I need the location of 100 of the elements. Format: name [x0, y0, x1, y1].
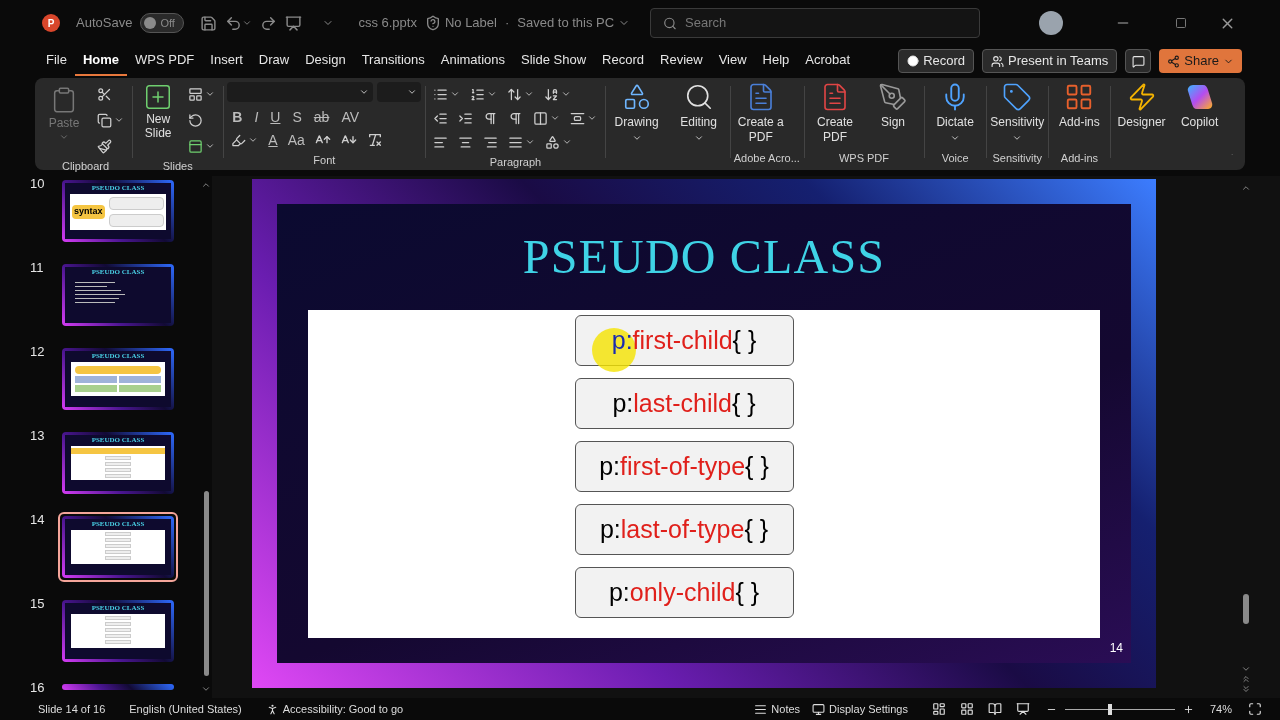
search-input[interactable]: Search [685, 13, 968, 33]
ribbon-button[interactable]: Editing [671, 82, 726, 143]
record-icon [907, 55, 920, 67]
ribbon-tab[interactable]: Animations [432, 46, 514, 76]
format-button[interactable]: AV [336, 106, 364, 128]
align-text-icon [570, 110, 586, 126]
ribbon-tab[interactable]: Transitions [353, 46, 433, 76]
format-button[interactable]: ab [308, 106, 335, 128]
ribbon-button[interactable]: Copilot [1172, 82, 1227, 130]
fit-to-window-icon[interactable] [1248, 702, 1262, 716]
clear-formatting-icon [366, 132, 383, 148]
normal-view-icon[interactable] [931, 702, 946, 716]
ribbon-tab[interactable]: Record [594, 46, 653, 76]
ribbon-button[interactable]: Sign [866, 82, 920, 145]
slide-number: 16 [30, 680, 46, 695]
copy-icon [97, 112, 112, 128]
zoom-slider[interactable] [1064, 703, 1175, 715]
format-button[interactable]: U [265, 106, 286, 128]
slide-title: PSEUDO CLASS [522, 229, 886, 285]
brush-icon [97, 138, 112, 154]
ribbon-button[interactable]: Create a PDF [733, 82, 788, 145]
redo-icon[interactable] [260, 14, 278, 32]
align-left-icon [433, 134, 449, 150]
format-button[interactable]: I [249, 106, 264, 128]
ribbon-tab[interactable]: Design [297, 46, 354, 76]
ribbon-tab[interactable]: Help [754, 46, 798, 76]
search-field[interactable]: Search [650, 8, 981, 38]
zoom-thumb[interactable] [1108, 703, 1113, 715]
scroll-up-icon[interactable] [1241, 183, 1251, 193]
record-button[interactable]: Record [898, 49, 975, 73]
caret-icon [524, 89, 535, 99]
ribbon-tab[interactable]: Insert [202, 46, 251, 76]
scrollbar-thumb[interactable] [1243, 594, 1249, 624]
zoom-level[interactable]: 74% [1209, 700, 1232, 718]
present-in-teams-button[interactable]: Present in Teams [982, 49, 1118, 73]
comments-button[interactable] [1125, 49, 1152, 73]
comment-icon [1131, 54, 1145, 68]
slide-number: 11 [30, 260, 45, 275]
ribbon-button[interactable]: Dictate [928, 82, 983, 143]
restore-icon[interactable] [1175, 17, 1187, 29]
ribbon-button[interactable]: Add-ins [1052, 82, 1107, 130]
slide-count: Slide 14 of 16 [38, 701, 106, 717]
accessibility-status[interactable]: Accessibility: Good to go [265, 700, 404, 718]
share-button[interactable]: Share [1159, 49, 1242, 73]
caret-icon [407, 87, 418, 97]
avatar[interactable] [1039, 11, 1063, 35]
ribbon-tab[interactable]: WPS PDF [127, 46, 203, 76]
ribbon-tab[interactable]: Acrobat [797, 46, 859, 76]
caret-icon [205, 141, 216, 151]
monitor-icon [812, 702, 826, 716]
undo-icon[interactable] [225, 14, 243, 32]
caret-icon[interactable] [242, 18, 253, 28]
language[interactable]: English (United States) [129, 700, 242, 718]
font-size-field[interactable] [377, 82, 422, 102]
caret-icon [359, 87, 370, 97]
display-settings-button[interactable]: Display Settings [812, 700, 908, 718]
selector-text: p:last-of-type{ } [599, 513, 769, 545]
scroll-down-icon[interactable] [1241, 664, 1251, 674]
tag-icon [1002, 82, 1033, 112]
shield-icon [424, 15, 441, 31]
decrease-indent-icon [433, 110, 449, 126]
ribbon-tab[interactable]: Home [74, 46, 128, 76]
scroll-down-icon[interactable] [201, 684, 211, 694]
ribbon-tab[interactable]: Review [652, 46, 711, 76]
slide-sorter-icon[interactable] [959, 702, 974, 716]
autosave-toggle[interactable]: Off [140, 13, 185, 33]
search-icon [663, 15, 678, 31]
ribbon-tab[interactable]: View [710, 46, 755, 76]
reading-view-icon[interactable] [987, 702, 1002, 716]
previous-slide-icon[interactable] [1241, 674, 1251, 684]
notes-button[interactable]: Notes [754, 700, 801, 718]
ribbon-tab[interactable]: File [38, 46, 75, 76]
font-color-button[interactable]: A [264, 129, 282, 151]
group-label: Slides [162, 158, 193, 174]
pilcrow-icon [483, 110, 499, 126]
ribbon-tab[interactable]: Slide Show [513, 46, 595, 76]
change-case-button[interactable]: Aa [283, 129, 309, 151]
zoom-in-icon[interactable] [1182, 703, 1194, 715]
slideshow-icon[interactable] [1015, 702, 1030, 716]
presentation-icon[interactable] [285, 14, 303, 32]
format-button[interactable]: B [227, 106, 248, 128]
justify-icon [508, 134, 524, 150]
ribbon-tab[interactable]: Draw [250, 46, 298, 76]
notes-icon [754, 702, 768, 716]
selector-text: p:last-child{ } [612, 387, 756, 419]
font-name-field[interactable] [227, 82, 374, 102]
caret-icon [450, 89, 461, 99]
ribbon-button[interactable]: Create PDF [808, 82, 862, 145]
next-slide-icon[interactable] [1241, 684, 1251, 694]
scroll-up-icon[interactable] [201, 180, 211, 190]
increase-indent-icon [458, 110, 474, 126]
ribbon-button[interactable]: Designer [1114, 82, 1169, 130]
slide-number: 15 [30, 596, 46, 611]
save-icon[interactable] [200, 14, 218, 32]
new-slide-button[interactable]: New Slide [136, 82, 181, 158]
format-button[interactable]: S [287, 106, 307, 128]
ribbon-button[interactable]: Drawing [609, 82, 664, 143]
ribbon-button[interactable]: Sensitivity [990, 82, 1045, 143]
save-status[interactable]: Saved to this PC [517, 13, 615, 33]
scrollbar-thumb[interactable] [203, 491, 209, 676]
